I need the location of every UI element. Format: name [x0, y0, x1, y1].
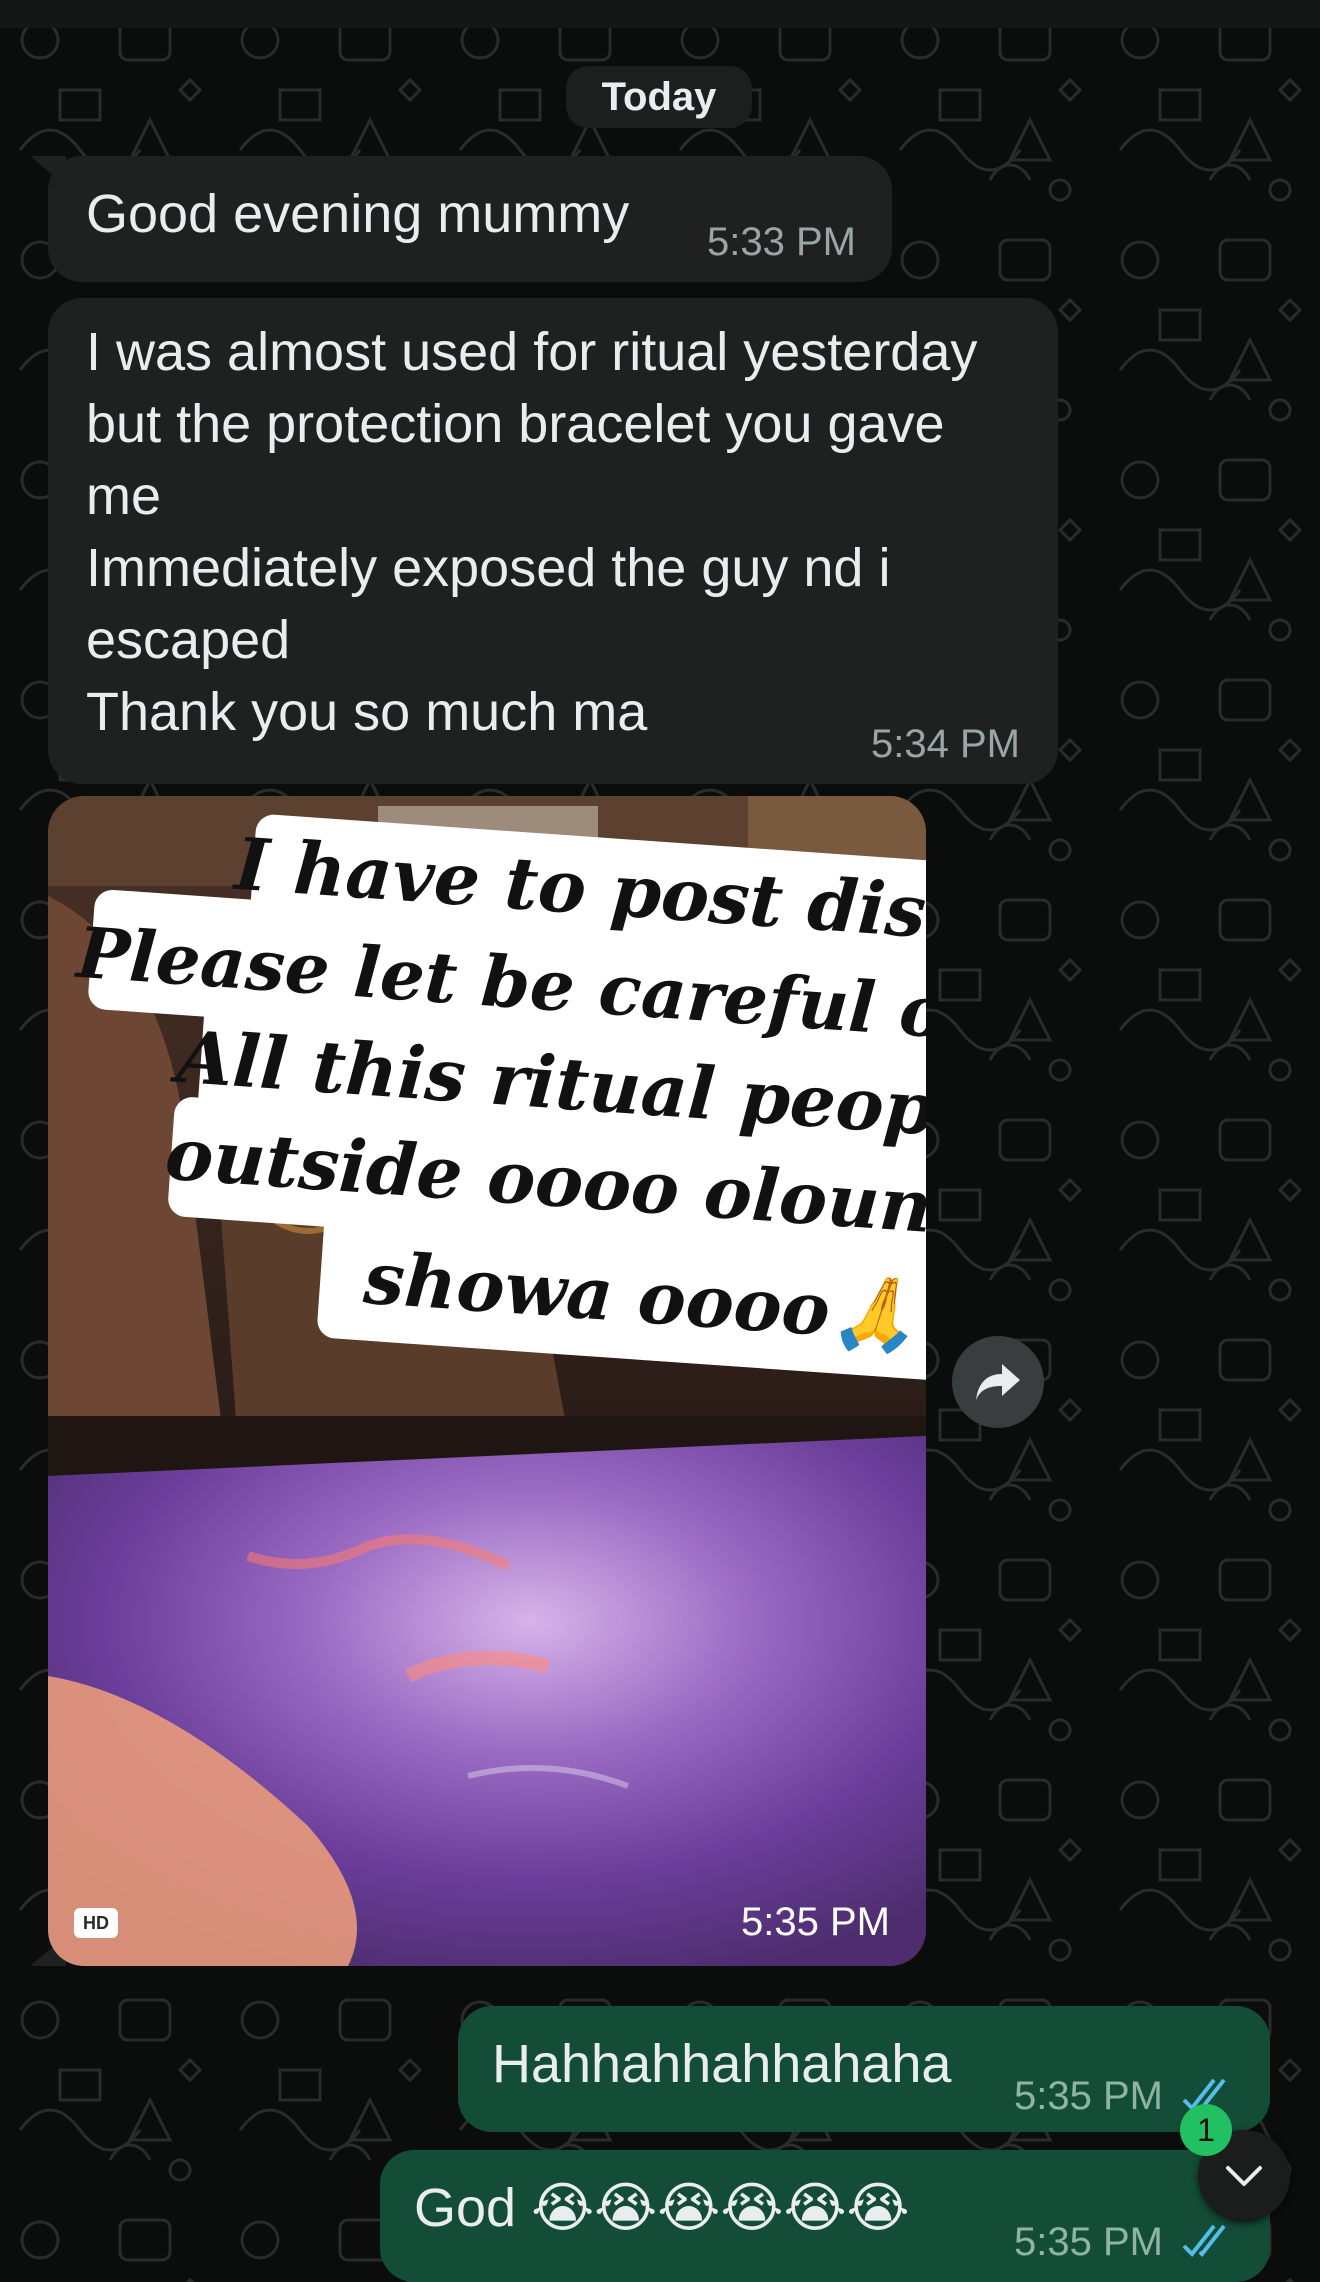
status-bar-strip: [0, 0, 1320, 28]
forward-icon: [976, 1364, 1020, 1400]
message-text: Hahhahhahhahaha: [492, 2034, 952, 2094]
image-message[interactable]: I have to post dis here Please let be ca…: [48, 796, 926, 1966]
forward-button[interactable]: [952, 1336, 1044, 1428]
message-line: me: [86, 466, 162, 526]
message-time: 5:35 PM: [741, 1900, 890, 1944]
read-receipt-icon: [1182, 2224, 1226, 2258]
outgoing-message[interactable]: God 😭😭😭😭😭😭 5:35 PM: [380, 2150, 1270, 2282]
message-time: 5:35 PM: [1014, 2220, 1163, 2264]
chevron-down-icon: [1226, 2166, 1262, 2186]
photo: [48, 796, 926, 1966]
message-line: escaped: [86, 610, 291, 670]
message-line: but the protection bracelet you gave: [86, 394, 945, 454]
message-line: I was almost used for ritual yesterday: [86, 322, 978, 382]
hd-badge: HD: [74, 1908, 118, 1938]
message-line: Thank you so much ma: [86, 682, 648, 742]
message-text: God 😭😭😭😭😭😭: [414, 2178, 910, 2238]
message-time: 5:34 PM: [871, 722, 1020, 766]
message-time: 5:35 PM: [1014, 2074, 1163, 2118]
unread-count-badge: 1: [1180, 2104, 1232, 2156]
message-line: Immediately exposed the guy nd i: [86, 538, 891, 598]
date-divider: Today: [566, 66, 752, 128]
incoming-message[interactable]: I was almost used for ritual yesterday b…: [48, 298, 1058, 784]
outgoing-message[interactable]: Hahhahhahhahaha 5:35 PM: [458, 2006, 1270, 2132]
message-time: 5:33 PM: [707, 220, 856, 264]
message-text: Good evening mummy: [86, 184, 630, 244]
incoming-message[interactable]: Good evening mummy 5:33 PM: [48, 156, 892, 282]
